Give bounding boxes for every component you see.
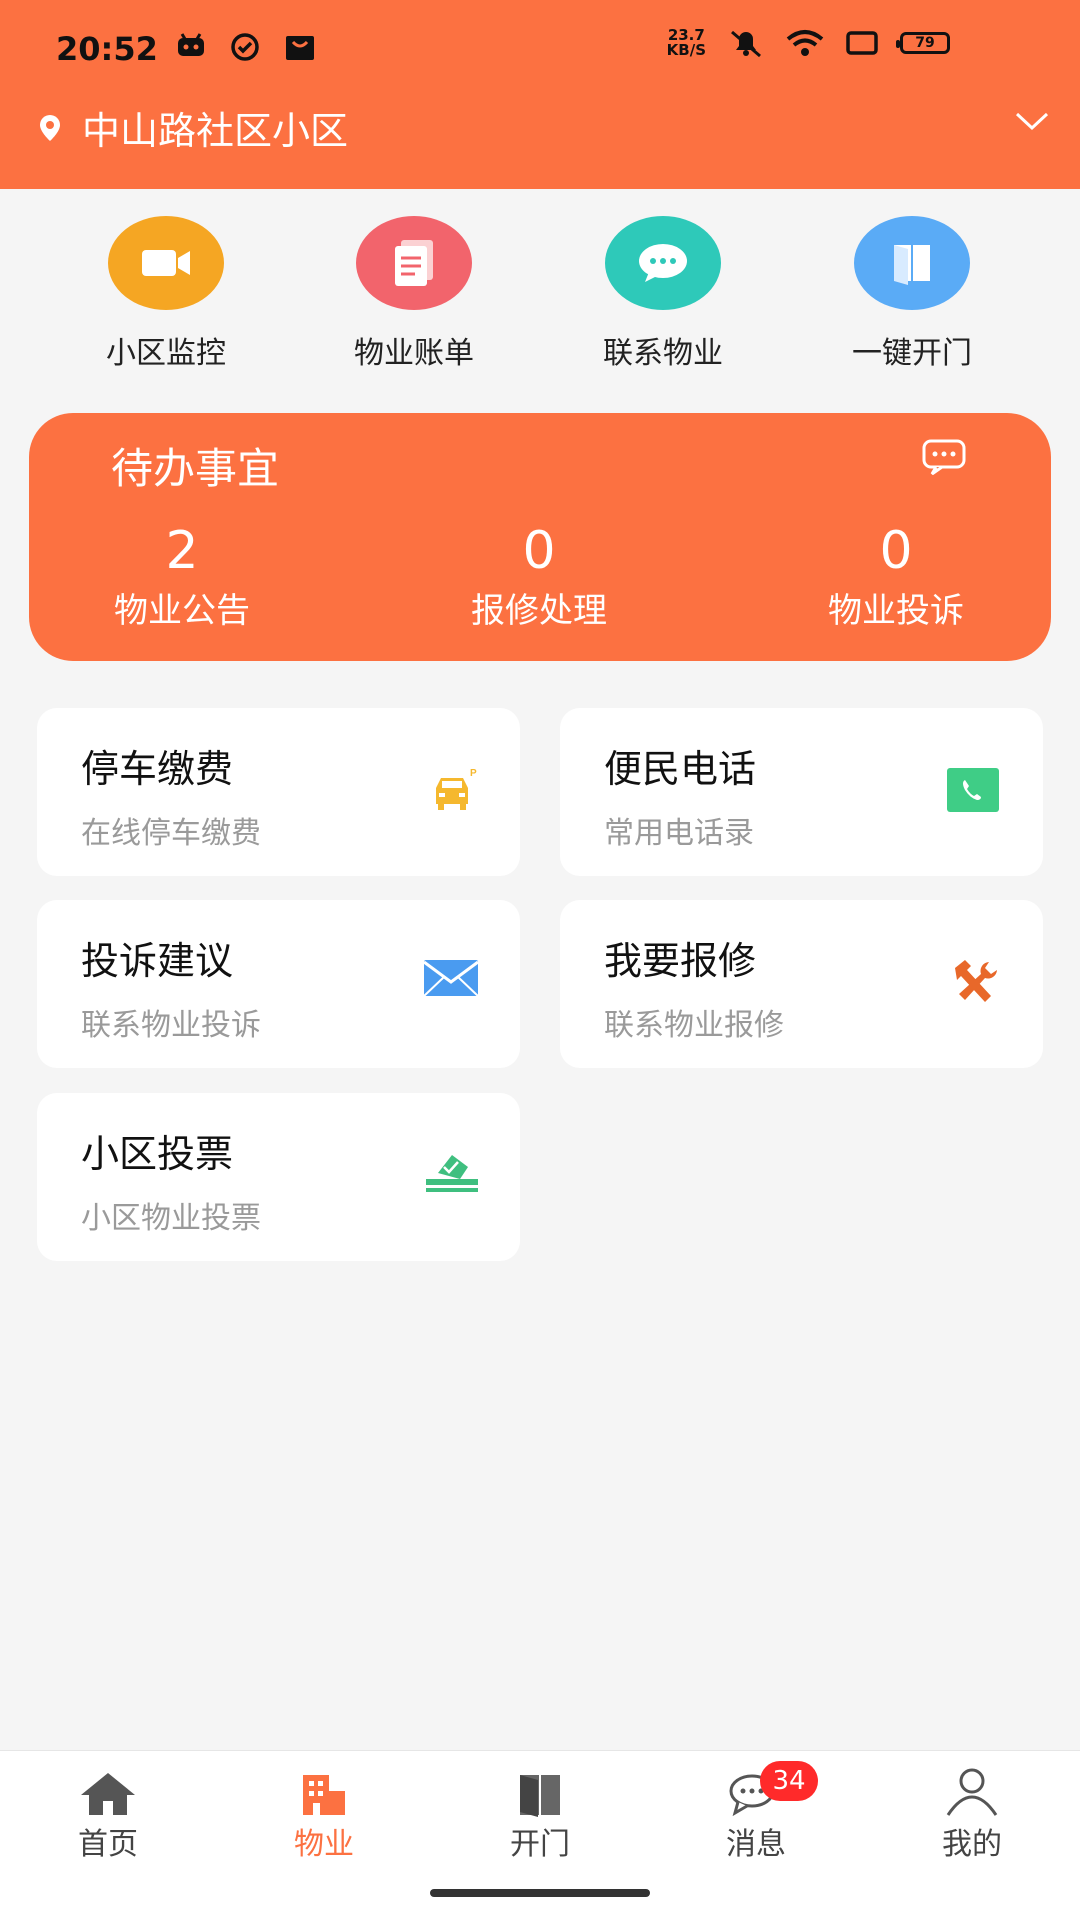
bill-icon xyxy=(356,216,472,310)
car-parking-icon: P xyxy=(436,768,477,810)
todo-stat-repairs[interactable]: 0 报修处理 xyxy=(429,523,649,632)
phone-icon xyxy=(947,768,999,812)
tab-messages[interactable]: 消息 34 xyxy=(676,1761,836,1863)
envelope-icon xyxy=(423,960,479,997)
tab-mine[interactable]: 我的 xyxy=(892,1761,1052,1863)
door-icon xyxy=(854,216,970,310)
svg-text:P: P xyxy=(470,768,477,779)
tab-open-door[interactable]: 开门 xyxy=(460,1761,620,1863)
header: 20:52 23.7 KB/S 79 中山路社区小区 xyxy=(0,0,1080,189)
service-card-parking[interactable]: 停车缴费 在线停车缴费 P xyxy=(37,708,520,876)
check-circle-icon xyxy=(231,33,259,61)
home-icon xyxy=(28,1761,188,1817)
repair-tools-icon xyxy=(955,960,997,1002)
quick-actions: 小区监控 物业账单 联系物业 一键开门 xyxy=(0,216,1080,376)
home-indicator[interactable] xyxy=(430,1889,650,1897)
message-icon[interactable] xyxy=(922,439,966,475)
status-bar: 20:52 23.7 KB/S 79 xyxy=(0,0,1080,100)
status-right: 23.7 KB/S 79 xyxy=(667,28,950,58)
service-card-repair[interactable]: 我要报修 联系物业报修 xyxy=(560,900,1043,1068)
video-camera-icon xyxy=(108,216,224,310)
quick-action-bill[interactable]: 物业账单 xyxy=(314,216,514,372)
todo-stat-complaints[interactable]: 0 物业投诉 xyxy=(786,523,1006,632)
todo-stat-announcements[interactable]: 2 物业公告 xyxy=(72,523,292,632)
shopping-bag-icon xyxy=(286,36,314,60)
chevron-down-icon[interactable] xyxy=(1014,110,1050,132)
user-icon xyxy=(892,1761,1052,1817)
battery-indicator: 79 xyxy=(896,32,950,54)
door-icon xyxy=(460,1761,620,1817)
wifi-icon xyxy=(786,30,824,56)
location-name: 中山路社区小区 xyxy=(82,109,349,153)
bell-muted-icon xyxy=(731,30,761,58)
quick-action-contact[interactable]: 联系物业 xyxy=(563,216,763,372)
todo-card: 待办事宜 2 物业公告 0 报修处理 0 物业投诉 xyxy=(29,413,1051,661)
tab-home[interactable]: 首页 xyxy=(28,1761,188,1863)
building-icon xyxy=(244,1761,404,1817)
todo-title: 待办事宜 xyxy=(111,444,280,493)
location-pin-icon xyxy=(40,114,60,141)
tab-property[interactable]: 物业 xyxy=(244,1761,404,1863)
service-card-phone[interactable]: 便民电话 常用电话录 xyxy=(560,708,1043,876)
ballot-box-icon xyxy=(426,1155,478,1192)
net-speed: 23.7 KB/S xyxy=(666,26,706,59)
location-selector[interactable]: 中山路社区小区 xyxy=(36,100,348,155)
message-count-badge: 34 xyxy=(760,1761,818,1801)
service-card-complaint[interactable]: 投诉建议 联系物业投诉 xyxy=(37,900,520,1068)
screen-cast-icon xyxy=(846,31,878,55)
quick-action-open-door[interactable]: 一键开门 xyxy=(812,216,1012,372)
android-icon xyxy=(178,33,204,56)
chat-bubble-icon xyxy=(605,216,721,310)
status-time: 20:52 xyxy=(56,30,158,68)
quick-action-monitor[interactable]: 小区监控 xyxy=(66,216,266,372)
service-card-vote[interactable]: 小区投票 小区物业投票 xyxy=(37,1093,520,1261)
